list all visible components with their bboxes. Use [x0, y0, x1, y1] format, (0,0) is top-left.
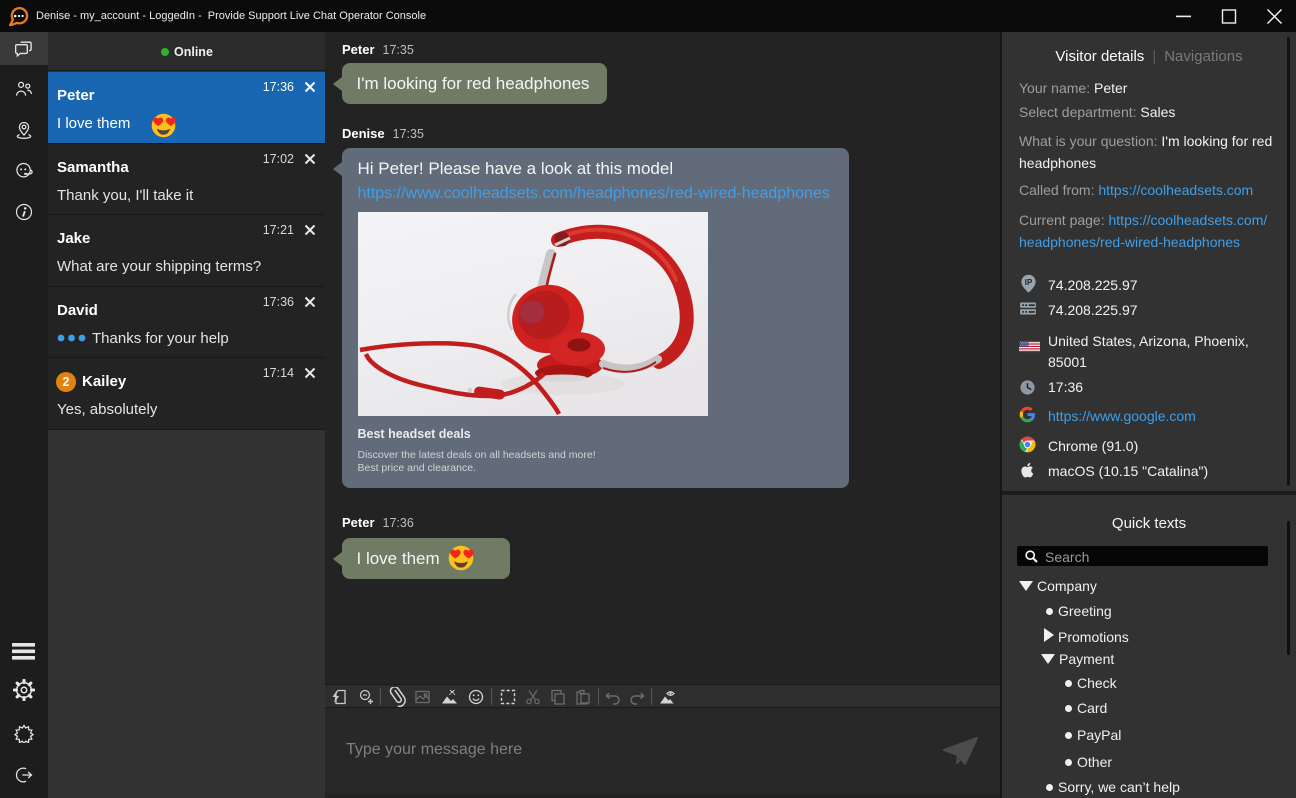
svg-text:IP: IP: [1025, 278, 1032, 287]
